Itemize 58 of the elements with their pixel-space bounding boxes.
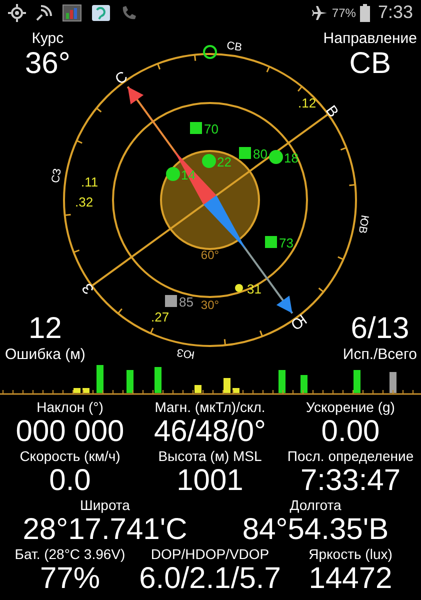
ring-label: 60° <box>200 248 220 262</box>
satellite-label: 73 <box>279 235 294 250</box>
direction-value: СВ <box>349 47 391 81</box>
phone-icon <box>120 4 138 22</box>
heading-value: 36° <box>25 47 70 81</box>
reading-label: Наклон (°) <box>36 399 104 415</box>
reading-value: 000 000 <box>16 415 124 448</box>
error-label: Ошибка (м) <box>5 346 86 363</box>
location-icon <box>8 4 26 22</box>
direction-label: Направление <box>323 30 417 47</box>
battery-percent: 77% <box>332 6 356 20</box>
satellite-label: .32 <box>75 194 94 210</box>
reading-value: 0.0 <box>49 464 91 497</box>
clock: 7:33 <box>378 2 413 23</box>
reading-label: Долгота <box>290 497 342 513</box>
battery-icon <box>360 4 370 22</box>
reading-value: 77% <box>40 562 100 595</box>
satellite-label: 80 <box>253 146 268 162</box>
reading-value: 0.00 <box>321 415 380 448</box>
satellite-label: .27 <box>151 309 170 324</box>
reading-label: Высота (м) MSL <box>158 448 262 464</box>
ring-label: 30° <box>200 298 220 312</box>
satellite-count-label: Исп./Всего <box>342 346 417 363</box>
direction-label: В <box>322 102 342 121</box>
reading-value: 84°54.35'В <box>242 513 389 546</box>
reading-label: DOP/HDOP/VDOP <box>150 546 270 562</box>
satellite-label: 85 <box>179 294 194 310</box>
satellite-label: 22 <box>217 154 232 170</box>
reading-label: Скорость (км/ч) <box>20 448 120 464</box>
reading-label: Магн. (мкТл)/скл. <box>154 399 266 415</box>
reading-value: 1001 <box>176 464 244 497</box>
signal-icon <box>35 4 53 22</box>
direction-label: ЮЗ <box>176 346 196 360</box>
direction-label: СЗ <box>50 168 64 184</box>
reading-value: 14472 <box>308 562 392 595</box>
satellite-count: 6/13 <box>350 312 410 346</box>
reading-label: Широта <box>80 497 130 513</box>
reading-label: Посл. определение <box>287 448 414 464</box>
satellite-label: .11 <box>81 174 98 190</box>
reading-label: Яркость (lux) <box>308 546 392 562</box>
reading-label: Бат. (28°C 3.96V) <box>14 546 126 562</box>
direction-label: ЮВ <box>356 214 371 234</box>
reading-value: 6.0/2.1/5.7 <box>139 562 281 595</box>
direction-label: Ю <box>287 310 310 334</box>
app-icon <box>91 4 111 22</box>
reading-value: 46/48/0° <box>154 415 266 448</box>
satellite-label: .12 <box>298 95 316 110</box>
reading-value: 7:33:47 <box>300 464 401 497</box>
direction-label: С <box>112 68 131 88</box>
heading-label: Курс <box>32 30 64 47</box>
direction-label: СВ <box>226 40 243 54</box>
satellite-label: 70 <box>204 121 218 136</box>
error-value: 12 <box>28 312 62 346</box>
chart-app-icon <box>62 4 82 22</box>
reading-value: 28°17.741'С <box>22 513 188 546</box>
direction-label: З <box>78 280 98 298</box>
airplane-icon <box>312 4 328 20</box>
reading-label: Ускорение (g) <box>306 399 395 415</box>
